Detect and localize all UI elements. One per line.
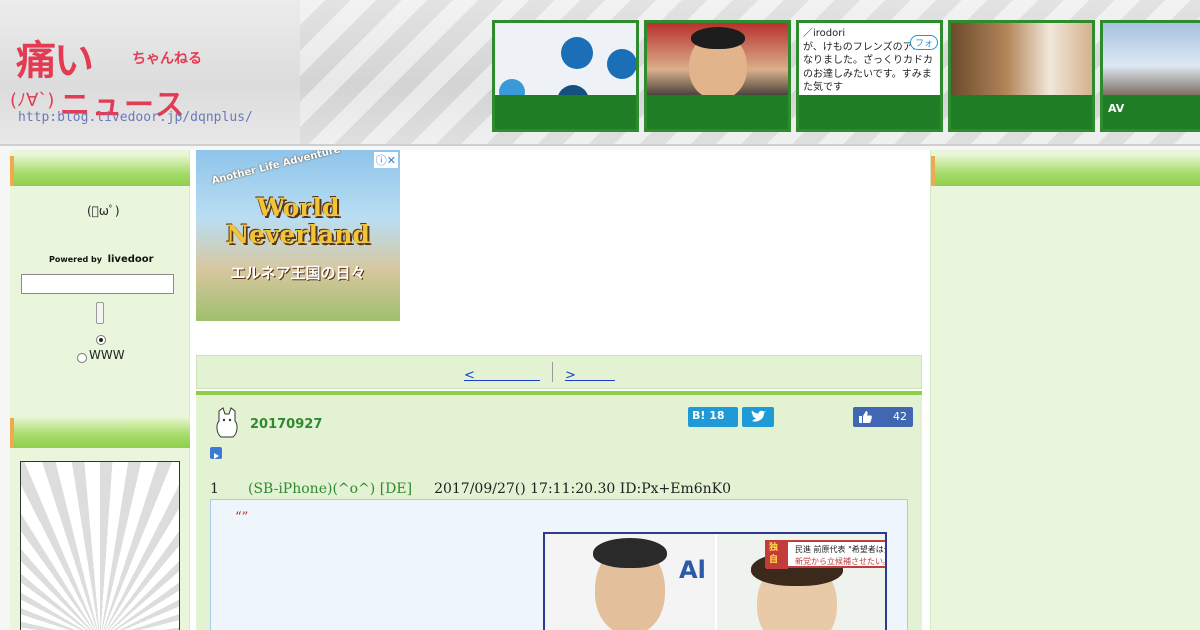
thumb-3[interactable]: ／irodori が、けものフレンズのアニメ なりました。ざっくりカドカ のお達…: [796, 20, 943, 132]
thumbs-up-icon: [859, 411, 872, 423]
ad-banner[interactable]: Another Life Adventure World Neverland エ…: [196, 150, 400, 321]
prev-link[interactable]: <: [464, 364, 540, 383]
pager-divider: [552, 362, 553, 382]
powered-by: Powered by livedoor: [49, 254, 154, 265]
logo-url: http:blog.livedoor.jp/dqnplus/: [18, 110, 253, 125]
response-datetime: 2017/09/27() 17:11:20.30 ID:Px+Em6nK0: [434, 481, 732, 497]
response-quote: “”: [235, 510, 249, 525]
sidebar-band-bottom: [10, 418, 190, 448]
site-logo[interactable]: 痛い ちゃんねる (ﾉ∀`) ニュース http:blog.livedoor.j…: [10, 28, 253, 128]
news-caption-line1: 民進 前原代表 "希望者は全員: [795, 545, 885, 554]
right-band-top: [931, 156, 1200, 186]
article-entry: 20170927 B! 18 42 1 (SB-iPhone)(^o^) [DE]…: [196, 391, 922, 630]
facebook-like-button[interactable]: 42: [853, 407, 913, 427]
response-header: 1 (SB-iPhone)(^o^) [DE] 2017/09/27() 17:11…: [210, 481, 731, 497]
hatena-label: B!: [692, 409, 706, 422]
news-caption-tag: 独自: [766, 541, 788, 569]
follow-badge: フォ: [909, 35, 938, 50]
banner-title: World Neverland: [226, 193, 370, 249]
response-body: “” Al 独自 民進 前原代表 "希望者は全員 新党から立候補させたい。: [210, 499, 908, 630]
radio-blog[interactable]: [96, 335, 106, 345]
article-pager: < >: [196, 355, 922, 389]
thumb-5[interactable]: AV: [1100, 20, 1200, 132]
thumb-image-map: [495, 23, 636, 117]
radio-www-label: WWW: [89, 348, 125, 362]
thumb-image-building: [1103, 23, 1200, 101]
powered-by-label: Powered by: [49, 255, 102, 264]
thumb-image-person: [647, 23, 788, 101]
banner-ring-text: Another Life Adventure: [210, 150, 342, 187]
hatena-count: 18: [709, 409, 725, 422]
response-name: (SB-iPhone)(^o^) [DE]: [248, 481, 413, 497]
banner-subtitle: エルネア王国の日々: [230, 264, 366, 282]
play-icon[interactable]: [210, 447, 222, 459]
related-thumbs: ／irodori が、けものフレンズのアニメ なりました。ざっくりカドカ のお達…: [492, 20, 1200, 132]
thumb-4[interactable]: [948, 20, 1095, 132]
search-input[interactable]: [21, 274, 174, 294]
logo-kanji: 痛い: [16, 37, 94, 84]
news-image-left-text: Al: [679, 556, 706, 584]
news-image-left-panel: Al: [545, 534, 715, 630]
thumb-image-clothing: [951, 23, 1092, 101]
hatena-bookmark-button[interactable]: B! 18: [688, 407, 738, 427]
news-caption-line2: 新党から立候補させたい。: [795, 557, 887, 566]
entry-date: 20170927: [250, 417, 323, 432]
twitter-share-button[interactable]: [742, 407, 774, 427]
ad-close-icon[interactable]: ⓘ✕: [373, 152, 398, 168]
thumb-1[interactable]: [492, 20, 639, 132]
news-caption: 独自 民進 前原代表 "希望者は全員 新党から立候補させたい。: [765, 540, 887, 569]
left-sidebar: (ﾟωﾟ) Powered by livedoor WWW: [10, 150, 190, 630]
livedoor-logo: livedoor: [107, 254, 154, 265]
next-link[interactable]: >: [565, 364, 615, 383]
site-header: 痛い ちゃんねる (ﾉ∀`) ニュース http:blog.livedoor.j…: [0, 0, 1200, 146]
author-avatar-icon: [216, 407, 238, 438]
thumb-5-bar: AV: [1103, 95, 1200, 129]
radio-www[interactable]: [77, 353, 87, 363]
twitter-icon: [751, 410, 766, 422]
face-icon: (ﾟωﾟ): [87, 204, 120, 218]
news-screenshot-image[interactable]: Al 独自 民進 前原代表 "希望者は全員 新党から立候補させたい。: [543, 532, 887, 630]
logo-face: (ﾉ∀`): [10, 90, 55, 111]
main-content: Another Life Adventure World Neverland エ…: [190, 150, 930, 630]
facebook-like-count: 42: [893, 410, 907, 423]
logo-chan: ちゃんねる: [132, 51, 202, 67]
thumb-2[interactable]: [644, 20, 791, 132]
sidebar-band-top: [10, 156, 190, 186]
search-button[interactable]: [96, 302, 104, 324]
response-number: 1: [210, 481, 219, 497]
thumb-2-bar: [647, 95, 788, 129]
sidebar-ad-image[interactable]: [20, 461, 180, 630]
thumb-1-bar: [495, 95, 636, 129]
right-sidebar: [930, 150, 1200, 630]
thumb-4-bar: [951, 95, 1092, 129]
thumb-3-bar: [799, 95, 940, 129]
